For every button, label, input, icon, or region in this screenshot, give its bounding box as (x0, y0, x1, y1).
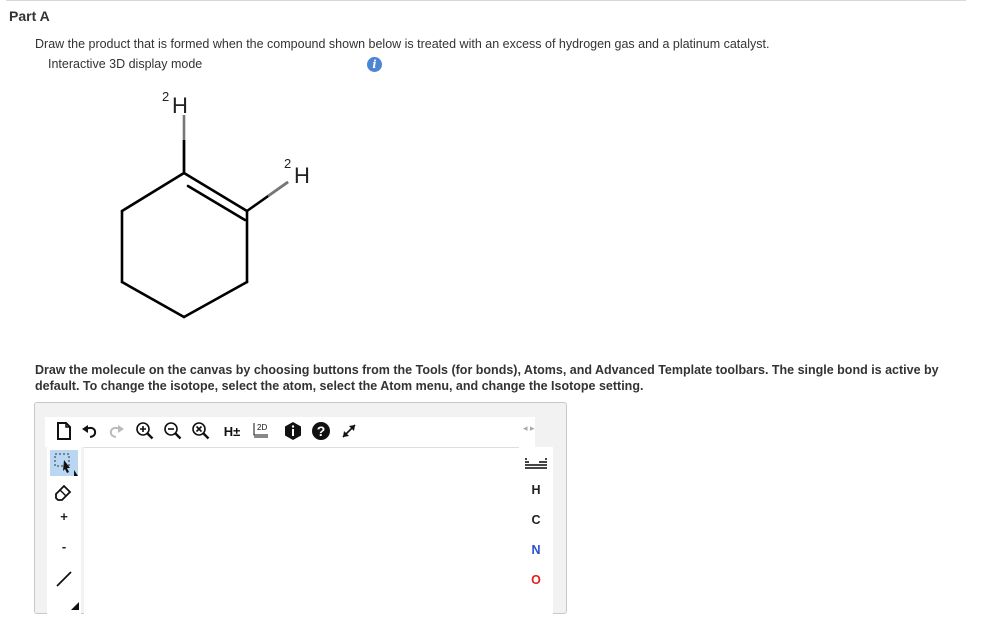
atom-button-c[interactable]: C (519, 513, 553, 527)
display-mode-link[interactable]: Interactive 3D display mode (48, 57, 202, 71)
eraser-icon[interactable] (53, 481, 75, 506)
clean-2d-icon[interactable]: 2D (249, 419, 275, 443)
expand-icon[interactable] (337, 419, 361, 443)
zoom-out-icon[interactable] (161, 419, 185, 443)
toggle-hydrogens-button[interactable]: H± (219, 419, 245, 443)
selection-tool-button[interactable] (50, 450, 78, 476)
clean-2d-label: 2D (257, 423, 267, 432)
decrease-charge-button[interactable]: - (47, 539, 81, 554)
cyclohexene-structure: 2 H 2 H (120, 89, 310, 319)
top-divider (6, 0, 966, 1)
molecule-editor: H± 2D ? ◂ ▸ + - H C N O (34, 402, 567, 618)
clear-zoom-icon[interactable] (189, 419, 213, 443)
ring-bond (120, 171, 186, 213)
double-bond-line (182, 171, 249, 213)
editor-toolbar: H± 2D ? (45, 417, 535, 447)
new-document-icon[interactable] (53, 419, 75, 443)
info-icon[interactable]: i (367, 57, 382, 72)
hydrogen-label-right: H (294, 163, 310, 188)
part-title: Part A (9, 8, 50, 24)
atom-symbol: C (531, 513, 541, 527)
question-text: Draw the product that is formed when the… (35, 37, 770, 51)
zoom-in-icon[interactable] (133, 419, 157, 443)
atom-button-h[interactable]: H (519, 483, 553, 497)
help-glyph: ? (317, 423, 326, 439)
drawing-instructions: Draw the molecule on the canvas by choos… (35, 363, 939, 393)
undo-icon[interactable] (79, 419, 101, 443)
isotope-superscript: 2 (284, 156, 291, 171)
atoms-toolbar: H C N O (519, 447, 553, 617)
atom-symbol: H (531, 483, 541, 497)
single-bond-tool-icon[interactable] (54, 567, 76, 594)
atom-button-n[interactable]: N (519, 543, 553, 557)
hydrogen-label-top: H (172, 93, 188, 118)
bond-tool-more-icon[interactable] (71, 597, 79, 615)
ring-bond (182, 280, 249, 319)
atom-symbol: N (531, 543, 541, 557)
redo-icon[interactable] (105, 419, 127, 443)
ring-bond (120, 280, 186, 319)
tools-toolbar: + - (47, 447, 81, 617)
info-hexagon-icon[interactable] (281, 419, 305, 443)
periodic-table-icon[interactable] (525, 457, 547, 475)
help-icon[interactable]: ? (309, 419, 333, 443)
panel-nav-arrows[interactable]: ◂ ▸ (523, 423, 535, 434)
drawing-canvas[interactable] (84, 447, 535, 618)
increase-charge-button[interactable]: + (47, 509, 81, 524)
atom-symbol: O (531, 573, 541, 587)
atom-button-o[interactable]: O (519, 573, 553, 587)
isotope-superscript: 2 (162, 89, 169, 104)
